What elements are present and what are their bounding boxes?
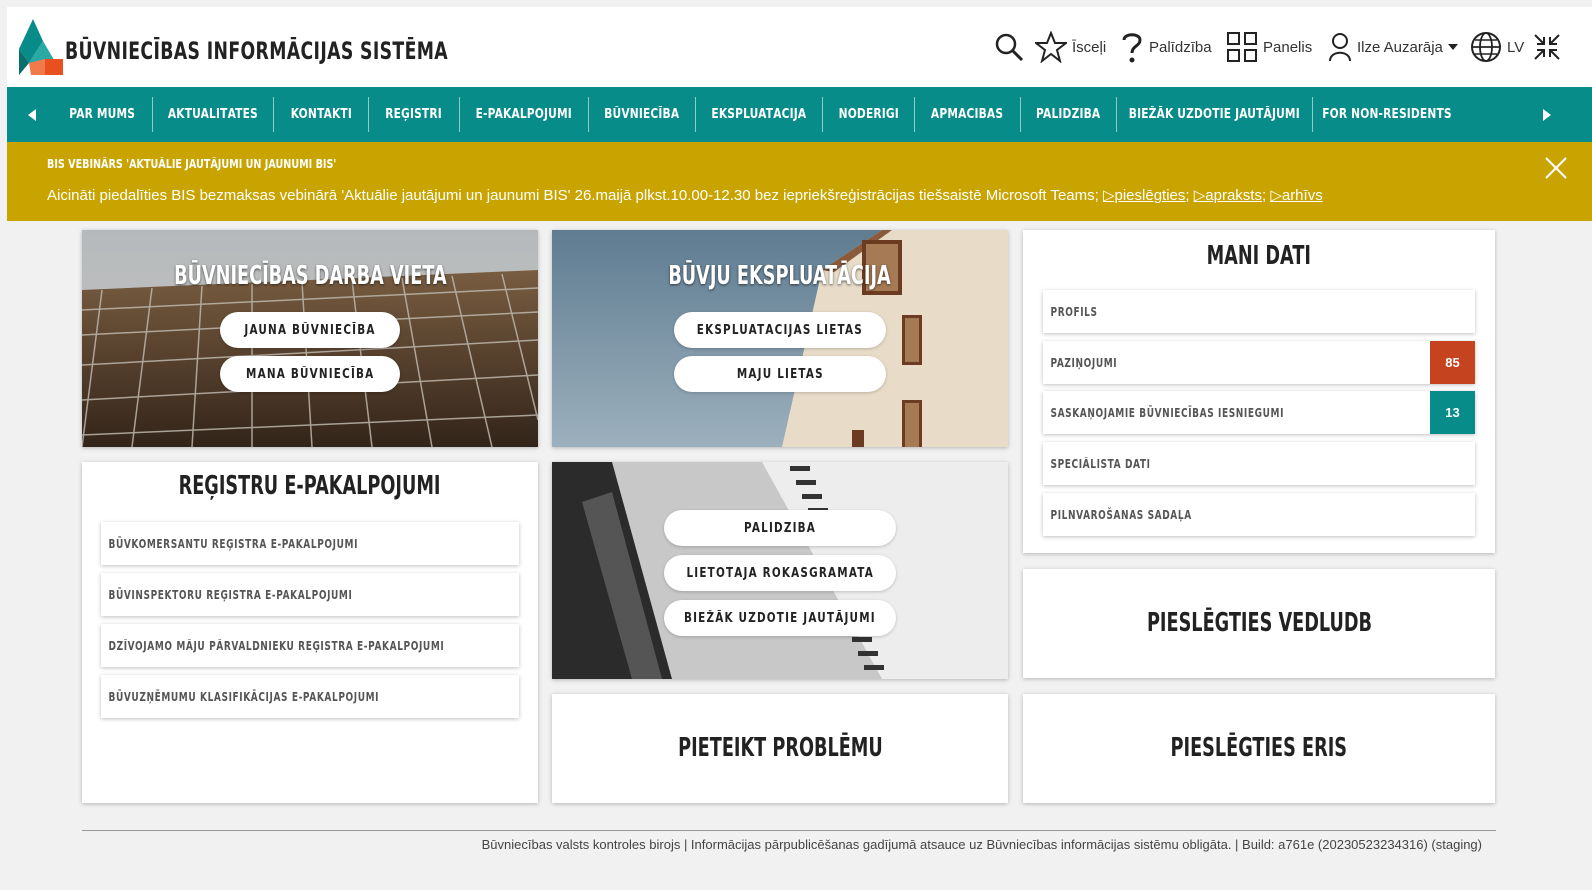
workplace-title: BŪVNIECĪBAS DARBA VIETA (173, 261, 447, 291)
main-nav: PAR MUMS AKTUALITĀTES KONTAKTI REĢISTRI … (7, 87, 1592, 142)
vedludb-title: PIESLĒGTIES VEDLUDB (1146, 608, 1372, 638)
my-data-title: MANI DATI (1206, 241, 1312, 271)
card-my-data: MANI DATI PROFILS PAZIŅOJUMI 85 SASKAŅOJ… (1023, 230, 1495, 553)
banner-link-connect[interactable]: ▷pieslēgties (1103, 187, 1185, 204)
nav-item-ekspluatacija[interactable]: EKSPLUATĀCIJA (696, 87, 822, 142)
registry-item-classification[interactable]: BŪVUZŅĒMUMU KLASIFIKĀCIJAS E-PAKALPOJUMI (101, 675, 519, 718)
favorites-button[interactable]: Īsceļi (1035, 29, 1106, 65)
language-selector[interactable]: LV (1470, 29, 1524, 65)
nav-item-kontakti[interactable]: KONTAKTI (274, 87, 368, 142)
caret-left-icon (28, 108, 36, 121)
nav-item-buvnieciba[interactable]: BŪVNIECĪBA (589, 87, 695, 142)
registry-title: REĢISTRU E-PAKALPOJUMI (179, 471, 441, 501)
user-menu[interactable]: Ilze Auzarāja (1328, 29, 1458, 65)
user-icon (1329, 33, 1351, 62)
faq-button[interactable]: BIEŽĀK UZDOTIE JAUTĀJUMI (664, 600, 896, 636)
house-cases-button[interactable]: MĀJU LIETAS (674, 356, 886, 392)
exploitation-title: BŪVJU EKSPLUATĀCIJA (668, 261, 892, 291)
banner-text: Aicināti piedalīties BIS bezmaksas vebin… (47, 187, 1323, 204)
nav-item-par-mums[interactable]: PAR MUMS (47, 87, 157, 142)
help-label: Palīdzība (1149, 38, 1212, 56)
registry-item-builders[interactable]: BŪVKOMERSANTU REĢISTRA E-PAKALPOJUMI (101, 522, 519, 565)
my-data-applications[interactable]: SASKAŅOJAMIE BŪVNIECĪBAS IESNIEGUMI 13 (1043, 391, 1475, 434)
my-data-profile[interactable]: PROFILS (1043, 290, 1475, 333)
nav-item-e-pakalpojumi[interactable]: E-PAKALPOJUMI (460, 87, 588, 142)
nav-item-for-non-residents[interactable]: FOR NON-RESIDENTS (1313, 87, 1461, 142)
bis-logo-icon[interactable] (19, 19, 63, 75)
language-label: LV (1507, 38, 1525, 56)
nav-item-palidziba[interactable]: PALĪDZĪBA (1021, 87, 1116, 142)
banner-link-description[interactable]: ▷apraksts (1194, 187, 1262, 204)
announcement-banner: BIS VEBINĀRS 'AKTUĀLIE JAUTĀJUMI UN JAUN… (7, 142, 1592, 221)
my-data-notifications[interactable]: PAZIŅOJUMI 85 (1043, 341, 1475, 384)
card-connect-vedludb[interactable]: PIESLĒGTIES VEDLUDB (1023, 569, 1495, 678)
grid-icon (1227, 32, 1257, 62)
panel-label: Panelis (1263, 38, 1313, 56)
card-registry-eservices: REĢISTRU E-PAKALPOJUMI BŪVKOMERSANTU REĢ… (82, 462, 538, 803)
close-icon[interactable] (1544, 156, 1568, 180)
collapse-button[interactable] (1533, 29, 1561, 65)
site-title[interactable]: BŪVNIECĪBAS INFORMĀCIJAS SISTĒMA (65, 37, 448, 65)
help-button-card[interactable]: PALĪDZĪBA (664, 510, 896, 546)
nav-item-noderigi[interactable]: NODERĪGI (823, 87, 914, 142)
nav-item-aktualitates[interactable]: AKTUALITĀTES (153, 87, 273, 142)
card-connect-eris[interactable]: PIESLĒGTIES ERIS (1023, 694, 1495, 803)
banner-link-archive[interactable]: ▷arhīvs (1270, 187, 1322, 204)
header: BŪVNIECĪBAS INFORMĀCIJAS SISTĒMA Īsceļi … (7, 7, 1592, 87)
nav-item-registri[interactable]: REĢISTRI (369, 87, 459, 142)
caret-right-icon (1543, 108, 1551, 121)
card-help: PALĪDZĪBA LIETOTĀJA ROKASGRĀMATA BIEŽĀK … (552, 462, 1008, 679)
search-button[interactable] (994, 29, 1024, 65)
applications-count-badge: 13 (1430, 391, 1475, 434)
nav-scroll-left[interactable] (12, 87, 52, 142)
panel-button[interactable]: Panelis (1226, 29, 1312, 65)
footer-divider (82, 830, 1496, 831)
card-report-problem[interactable]: PIETEIKT PROBLĒMU (552, 694, 1008, 803)
my-construction-button[interactable]: MANA BŪVNIECĪBA (220, 356, 400, 392)
help-button[interactable]: Palīdzība (1120, 29, 1212, 65)
report-problem-title: PIETEIKT PROBLĒMU (677, 733, 883, 763)
nav-item-biezak-uzdotie[interactable]: BIEŽĀK UZDOTIE JAUTĀJUMI (1117, 87, 1312, 142)
my-data-specialist[interactable]: SPECIĀLISTA DATI (1043, 442, 1475, 485)
banner-body: Aicināti piedalīties BIS bezmaksas vebin… (47, 187, 1099, 204)
user-name: Ilze Auzarāja (1357, 38, 1443, 56)
new-construction-button[interactable]: JAUNA BŪVNIECĪBA (220, 312, 400, 348)
user-manual-button[interactable]: LIETOTĀJA ROKASGRĀMATA (664, 555, 896, 591)
globe-icon (1471, 32, 1501, 62)
card-building-exploitation: BŪVJU EKSPLUATĀCIJA EKSPLUATĀCIJAS LIETA… (552, 230, 1008, 447)
my-data-authorization[interactable]: PILNVAROŠANAS SADAĻA (1043, 493, 1475, 536)
star-icon (1035, 31, 1067, 63)
registry-item-inspectors[interactable]: BŪVINSPEKTORU REĢISTRA E-PAKALPOJUMI (101, 573, 519, 616)
eris-title: PIESLĒGTIES ERIS (1170, 733, 1348, 763)
registry-item-house-managers[interactable]: DZĪVOJAMO MĀJU PĀRVALDNIEKU REĢISTRA E-P… (101, 624, 519, 667)
exploitation-cases-button[interactable]: EKSPLUATĀCIJAS LIETAS (674, 312, 886, 348)
banner-title: BIS VEBINĀRS 'AKTUĀLIE JAUTĀJUMI UN JAUN… (47, 157, 337, 171)
footer-text: Būvniecības valsts kontroles birojs | In… (481, 837, 1482, 852)
collapse-icon (1534, 34, 1560, 60)
notifications-count-badge: 85 (1430, 341, 1475, 384)
card-construction-workplace: BŪVNIECĪBAS DARBA VIETA JAUNA BŪVNIECĪBA… (82, 230, 538, 447)
favorites-label: Īsceļi (1072, 38, 1107, 56)
search-icon (995, 33, 1024, 62)
question-icon (1122, 33, 1142, 63)
caret-down-icon (1447, 44, 1458, 50)
nav-scroll-right[interactable] (1527, 87, 1567, 142)
nav-item-apmacibas[interactable]: APMĀCĪBAS (915, 87, 1020, 142)
